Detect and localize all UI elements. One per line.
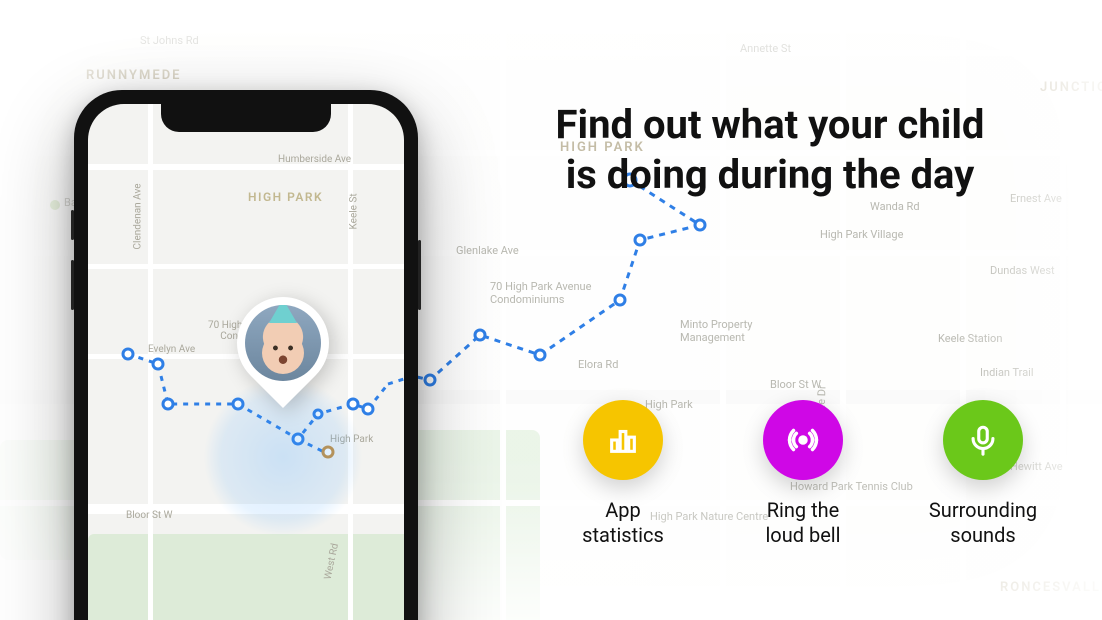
phone-map-label: Keele St: [349, 193, 360, 229]
phone-map-label: Humberside Ave: [278, 154, 351, 165]
map-label: Minto Property Management: [680, 318, 753, 344]
headline-line2: is doing during the day: [470, 150, 1070, 200]
map-label: RUNNYMEDE: [86, 68, 182, 83]
phone-map-label: Evelyn Ave: [148, 344, 195, 355]
phone-mockup: HIGH PARK Humberside Ave 70 High Park Av…: [74, 90, 418, 620]
feature-row: App statistics Ring the loud bell: [558, 400, 1048, 548]
phone-map-label: HIGH PARK: [248, 190, 323, 204]
phone-map: HIGH PARK Humberside Ave 70 High Park Av…: [88, 104, 404, 620]
child-avatar: [245, 305, 321, 381]
feature-surrounding-sounds[interactable]: Surrounding sounds: [918, 400, 1048, 548]
feature-app-statistics[interactable]: App statistics: [558, 400, 688, 548]
feature-label: Ring the: [765, 498, 840, 523]
headline: Find out what your child is doing during…: [470, 100, 1070, 200]
feature-label: sounds: [929, 523, 1037, 548]
map-label: High Park Village: [820, 228, 903, 241]
map-label: Annette St: [740, 42, 791, 55]
map-label: Bloor St W: [770, 378, 821, 391]
map-label: Keele Station: [938, 332, 1002, 345]
phone-notch: [161, 104, 331, 132]
feature-label: Surrounding: [929, 498, 1037, 523]
map-label: RONCESVALLES: [1000, 580, 1102, 595]
phone-map-label: Clendenan Ave: [133, 183, 144, 249]
map-label: St Johns Rd: [140, 34, 199, 47]
headline-line1: Find out what your child: [470, 100, 1070, 150]
bar-chart-icon: [583, 400, 663, 480]
feature-ring-bell[interactable]: Ring the loud bell: [738, 400, 868, 548]
feature-label: statistics: [582, 523, 664, 548]
map-label: Elora Rd: [578, 358, 618, 371]
map-label: Wanda Rd: [870, 200, 920, 213]
feature-label: loud bell: [765, 523, 840, 548]
child-location-pin[interactable]: [237, 297, 329, 389]
map-label: 70 High Park Avenue Condominiums: [490, 280, 591, 306]
map-label: Glenlake Ave: [456, 244, 519, 257]
map-label: Indian Trail: [980, 366, 1034, 379]
map-label: Dundas West: [990, 264, 1055, 277]
mic-icon: [943, 400, 1023, 480]
map-label: JUNCTION TRIANGLE: [1040, 80, 1102, 95]
bell-ring-icon: [763, 400, 843, 480]
phone-map-label: Bloor St W: [126, 510, 173, 521]
feature-label: App: [582, 498, 664, 523]
